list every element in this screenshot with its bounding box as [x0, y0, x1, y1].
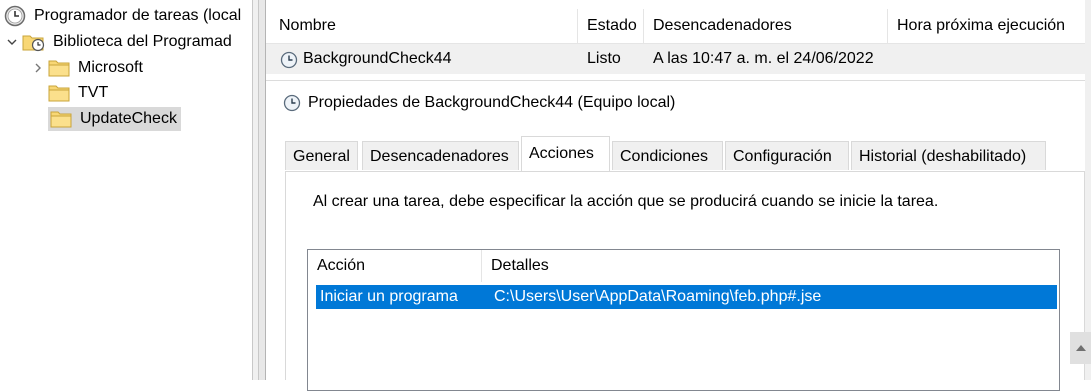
properties-title: Propiedades de BackgroundCheck44 (Equipo…	[308, 94, 676, 111]
tab-conditions[interactable]: Condiciones	[612, 141, 723, 170]
tree-item-tvt[interactable]: TVT	[30, 81, 112, 105]
clock-icon	[4, 5, 26, 27]
task-clock-icon	[280, 50, 298, 69]
library-icon	[22, 32, 46, 52]
scroll-up-icon[interactable]	[1070, 332, 1091, 364]
pane-splitter[interactable]	[252, 0, 259, 380]
tree-library[interactable]: Biblioteca del Programad	[4, 30, 236, 54]
actions-list-header: Acción Detalles	[308, 250, 1059, 282]
task-list-header: Nombre Estado Desencadenadores Hora próx…	[266, 9, 1091, 44]
actions-description: Al crear una tarea, debe especificar la …	[313, 193, 939, 210]
tree-item-microsoft[interactable]: Microsoft	[30, 56, 147, 80]
task-clock-icon	[283, 94, 301, 112]
tab-settings[interactable]: Configuración	[725, 141, 849, 170]
column-header-details[interactable]: Detalles	[482, 250, 1059, 282]
task-name: BackgroundCheck44	[303, 50, 452, 67]
task-status: Listo	[587, 50, 621, 67]
tree-selection-highlight: UpdateCheck	[48, 107, 181, 131]
tree-root-label: Programador de tareas (local	[34, 7, 242, 24]
column-header-triggers[interactable]: Desencadenadores	[644, 9, 888, 43]
folder-icon	[48, 59, 70, 77]
task-pane: Nombre Estado Desencadenadores Hora próx…	[266, 0, 1091, 391]
tree-item-label: Microsoft	[78, 59, 143, 76]
tab-actions[interactable]: Acciones	[521, 136, 610, 171]
properties-title-bar: Propiedades de BackgroundCheck44 (Equipo…	[283, 92, 675, 114]
tab-general[interactable]: General	[285, 141, 358, 170]
tree-library-label: Biblioteca del Programad	[53, 33, 232, 50]
action-type: Iniciar un programa	[320, 288, 458, 305]
chevron-right-icon[interactable]	[30, 60, 46, 76]
column-header-name[interactable]: Nombre	[270, 9, 578, 43]
tree-pane: Programador de tareas (local Biblioteca …	[0, 0, 252, 380]
action-row[interactable]: Iniciar un programa C:\Users\User\AppDat…	[316, 285, 1057, 309]
tab-history[interactable]: Historial (deshabilitado)	[851, 141, 1046, 170]
chevron-down-icon[interactable]	[4, 34, 20, 50]
task-trigger: A las 10:47 a. m. el 24/06/2022	[653, 50, 874, 67]
column-header-action[interactable]: Acción	[308, 250, 482, 282]
tree-item-label: TVT	[78, 84, 109, 101]
tab-triggers[interactable]: Desencadenadores	[362, 141, 519, 170]
task-name-cell: BackgroundCheck44	[270, 44, 578, 74]
folder-icon	[48, 84, 70, 102]
task-row[interactable]: BackgroundCheck44 Listo A las 10:47 a. m…	[266, 44, 1091, 74]
vertical-scrollbar[interactable]	[1085, 0, 1091, 380]
tree-item-label: UpdateCheck	[76, 108, 181, 130]
actions-list[interactable]: Acción Detalles Iniciar un programa C:\U…	[307, 249, 1060, 391]
column-header-next-run[interactable]: Hora próxima ejecución	[888, 9, 1088, 43]
pane-splitter-inner	[259, 0, 266, 380]
action-details: C:\Users\User\AppData\Roaming\feb.php#.j…	[494, 288, 822, 305]
column-header-status[interactable]: Estado	[578, 9, 644, 43]
actions-tab-panel: Al crear una tarea, debe especificar la …	[285, 171, 1085, 391]
folder-icon	[50, 110, 72, 128]
tree-root[interactable]: Programador de tareas (local	[4, 4, 245, 28]
tree-item-updatecheck[interactable]: UpdateCheck	[30, 107, 181, 131]
